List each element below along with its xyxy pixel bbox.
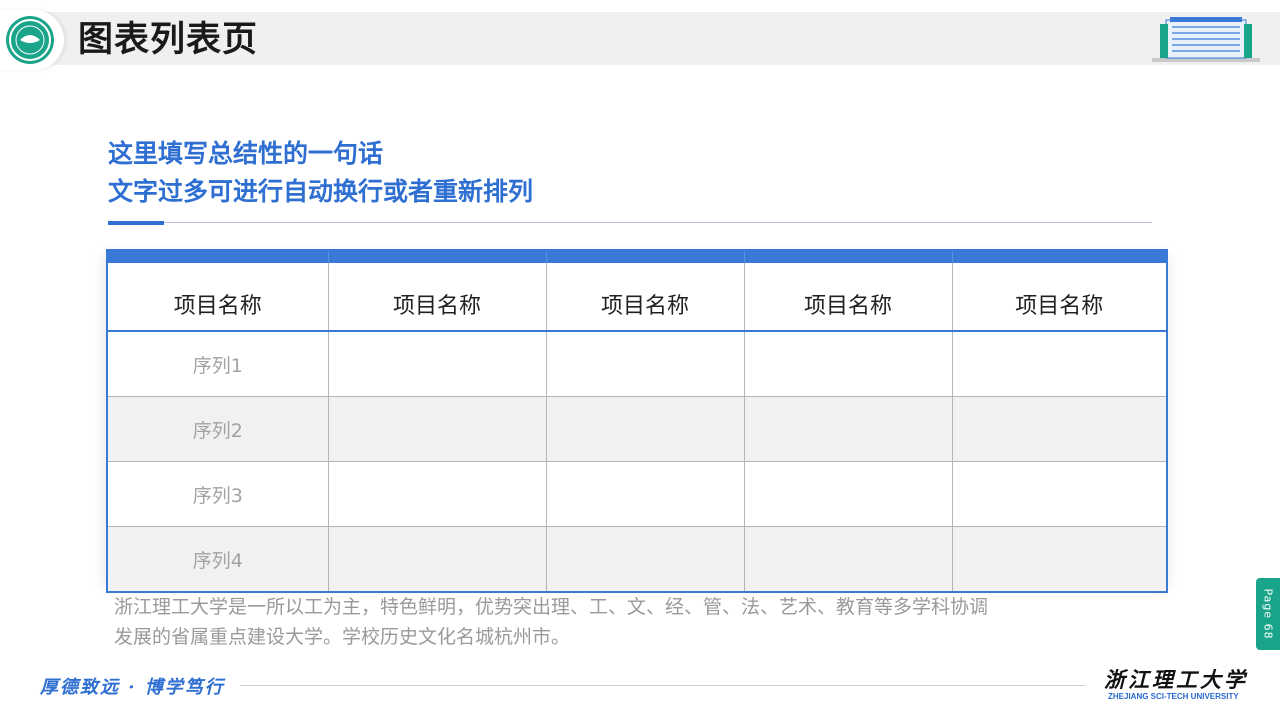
column-header: 项目名称 [546,263,745,332]
table-row: 序列4 [107,526,1167,593]
table-cell [546,396,745,462]
table-cell [328,396,547,462]
table-cell [546,331,745,397]
table-cell [328,331,547,397]
column-header: 项目名称 [107,263,329,332]
table-row: 序列3 [107,461,1167,527]
logo-badge [0,10,64,70]
row-label: 序列1 [107,331,329,397]
table-cell [952,396,1167,462]
divider-accent [108,221,164,225]
row-label: 序列2 [107,396,329,462]
university-seal-icon [6,16,54,64]
description-line-2: 发展的省属重点建设大学。学校历史文化名城杭州市。 [114,626,571,648]
headline-line-1: 这里填写总结性的一句话 [108,139,384,168]
page-number-label: Page 68 [1261,588,1275,640]
row-label: 序列4 [107,526,329,593]
table-cell [328,526,547,593]
summary-headline: 这里填写总结性的一句话 文字过多可进行自动换行或者重新排列 [108,135,533,211]
table-accent-bar [107,250,1168,263]
footer-divider [240,685,1085,686]
headline-line-2: 文字过多可进行自动换行或者重新排列 [108,177,534,206]
row-label: 序列3 [107,461,329,527]
table-cell [744,331,953,397]
column-header: 项目名称 [952,263,1168,332]
column-header: 项目名称 [744,263,953,332]
data-table: 项目名称 项目名称 项目名称 项目名称 项目名称 序列1 序列2 序列3 序列4 [106,249,1168,593]
table-cell [952,461,1167,527]
description-line-1: 浙江理工大学是一所以工为主，特色鲜明，优势突出理、工、文、经、管、法、艺术、教育… [114,596,989,618]
page-title: 图表列表页 [78,20,259,60]
table-row: 序列2 [107,396,1167,462]
table-cell [546,526,745,593]
table-cell [744,461,953,527]
campus-building-icon [1152,14,1260,68]
table-cell [546,461,745,527]
table-cell [952,331,1167,397]
page-number-tab: Page 68 [1256,578,1280,650]
university-name-en: ZHEJIANG SCI-TECH UNIVERSITY [1108,692,1239,701]
university-name-cn: 浙江理工大学 [1104,667,1248,692]
description-text: 浙江理工大学是一所以工为主，特色鲜明，优势突出理、工、文、经、管、法、艺术、教育… [114,592,1174,652]
column-header: 项目名称 [328,263,547,332]
table-cell [952,526,1167,593]
table-cell [744,396,953,462]
data-table-container: 项目名称 项目名称 项目名称 项目名称 项目名称 序列1 序列2 序列3 序列4 [106,249,1168,593]
table-cell [328,461,547,527]
table-header-row: 项目名称 项目名称 项目名称 项目名称 项目名称 [107,263,1168,332]
university-motto: 厚德致远 · 博学笃行 [40,677,225,698]
table-row: 序列1 [107,331,1167,397]
divider-line [108,222,1152,223]
table-cell [744,526,953,593]
